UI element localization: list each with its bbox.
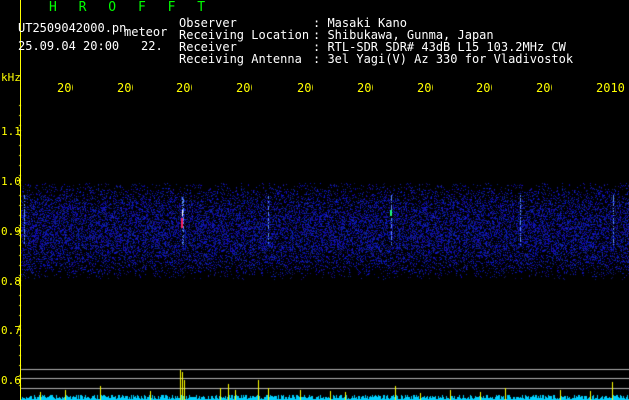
info-labels: Observer Receiving Location Receiver Receiv… [179, 5, 309, 77]
y-tick: 1.1 [1, 125, 21, 138]
timestamp: 25.09.04 20:00 [18, 39, 120, 53]
x-tick: 2007 [417, 81, 433, 95]
x-tick: 2002 [117, 81, 133, 95]
file-name: UT2509042000.pn [18, 21, 127, 35]
meteor-count: 22. [141, 39, 163, 53]
meteor-label: meteor [124, 25, 168, 39]
x-tick: 2005 [297, 81, 313, 95]
x-tick: 2006 [357, 81, 373, 95]
x-tick: 2003 [176, 81, 192, 95]
x-tick: 2008 [476, 81, 492, 95]
value-antenna: : 3el Yagi(V) Az 330 for Vladivostok [313, 52, 574, 66]
x-tick: 2004 [236, 81, 252, 95]
y-tick: 1.0 [1, 175, 21, 188]
y-tick: 0.9 [1, 225, 21, 238]
y-axis-unit: kHz [1, 71, 21, 84]
y-axis-line [20, 0, 21, 400]
label-antenna: Receiving Antenna [179, 52, 302, 66]
x-tick: 2010 [596, 81, 625, 95]
y-tick: 0.7 [1, 324, 21, 337]
x-tick: 2009 [536, 81, 552, 95]
y-tick: 0.6 [1, 374, 21, 387]
y-tick: 0.8 [1, 275, 21, 288]
info-values: : Masaki Kano: Shibukawa, Gunma, Japan: … [313, 5, 573, 77]
x-tick: 2001 [57, 81, 73, 95]
